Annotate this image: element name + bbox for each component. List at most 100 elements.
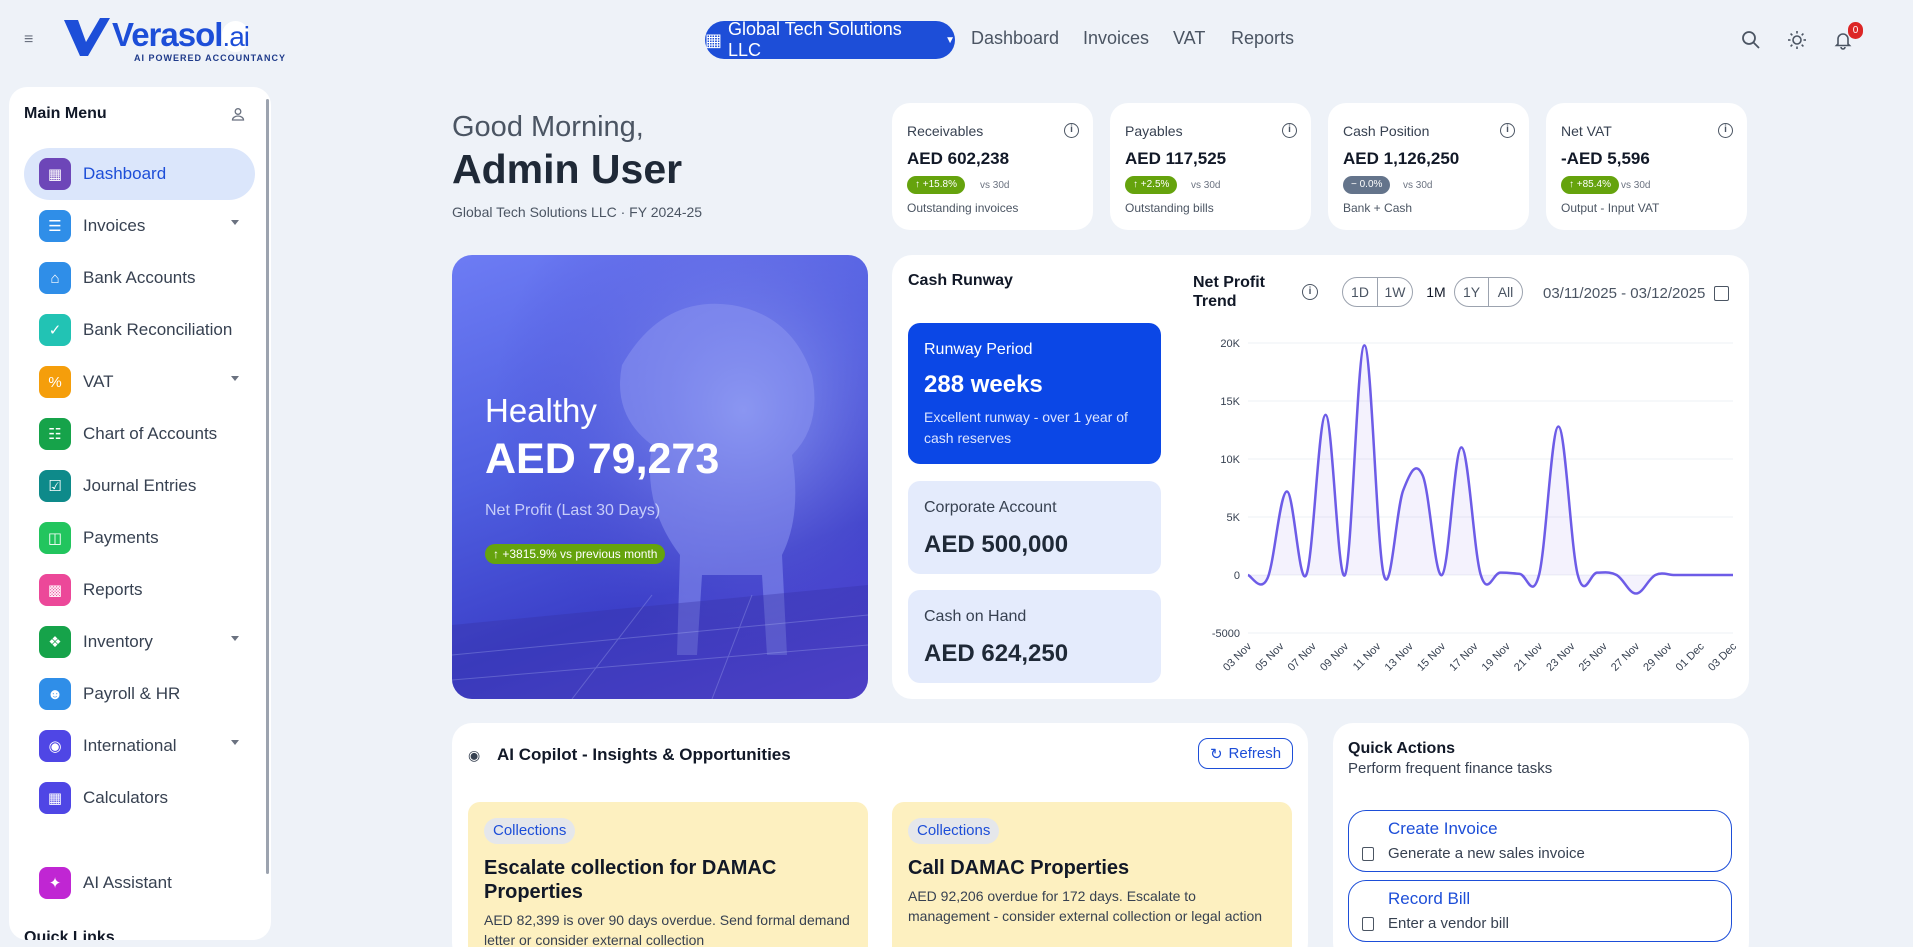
- net-profit-hero-card: Healthy AED 79,273 Net Profit (Last 30 D…: [452, 255, 868, 699]
- nav-vat[interactable]: VAT: [1173, 28, 1205, 49]
- sidebar-item-calculators[interactable]: ▦ Calculators: [24, 772, 255, 824]
- invoice-icon: ☰: [39, 210, 71, 242]
- sidebar-item-invoices[interactable]: ☰ Invoices: [24, 200, 255, 252]
- sidebar-item-payments[interactable]: ◫ Payments: [24, 512, 255, 564]
- corporate-account-label: Corporate Account: [924, 499, 1057, 516]
- net-profit-amount: AED 79,273: [485, 435, 720, 483]
- net-profit-label: Net Profit (Last 30 Days): [485, 502, 661, 519]
- insight-card[interactable]: Collections Escalate collection for DAMA…: [468, 802, 868, 947]
- sidebar-item-international[interactable]: ◉ International: [24, 720, 255, 772]
- company-selector[interactable]: ▦ Global Tech Solutions LLC ▼: [705, 19, 955, 60]
- stat-change-badge: ↑ +85.4%: [1561, 176, 1619, 194]
- user-name: Admin User: [452, 146, 683, 192]
- cash-on-hand-value: AED 624,250: [924, 640, 1069, 667]
- info-icon[interactable]: i: [1718, 123, 1733, 138]
- sidebar-item-label: Payments: [83, 528, 159, 547]
- sidebar-item-dashboard[interactable]: ▦ Dashboard: [24, 148, 255, 200]
- sidebar-scrollbar[interactable]: [266, 99, 269, 874]
- sidebar-item-vat[interactable]: % VAT: [24, 356, 255, 408]
- cash-on-hand-label: Cash on Hand: [924, 608, 1027, 625]
- stat-compare-label: vs 30d: [1191, 180, 1221, 191]
- sidebar-item-inventory[interactable]: ❖ Inventory: [24, 616, 255, 668]
- stat-card-cash-position[interactable]: Cash Position i AED 1,126,250 − 0.0% vs 30d B…: [1328, 103, 1529, 230]
- refresh-button[interactable]: ↻ Refresh: [1198, 738, 1293, 769]
- y-tick-label: 15K: [1220, 396, 1240, 408]
- user-icon[interactable]: [231, 107, 245, 121]
- notification-badge: 0: [1848, 22, 1863, 39]
- x-tick-label: 03 Dec: [1706, 640, 1738, 673]
- insight-card[interactable]: Collections Call DAMAC Properties AED 92…: [892, 802, 1292, 947]
- search-icon[interactable]: [1741, 30, 1761, 50]
- calculator-icon: ▦: [39, 782, 71, 814]
- stat-subtitle: Bank + Cash: [1343, 201, 1413, 215]
- x-tick-label: 15 Nov: [1415, 640, 1448, 673]
- x-tick-label: 05 Nov: [1253, 640, 1286, 673]
- chevron-down-icon[interactable]: [231, 220, 239, 225]
- nav-dashboard[interactable]: Dashboard: [971, 28, 1059, 49]
- chevron-down-icon[interactable]: [231, 636, 239, 641]
- create-invoice-button[interactable]: Create Invoice Generate a new sales invo…: [1348, 810, 1732, 872]
- y-tick-label: 20K: [1220, 338, 1240, 350]
- stat-change-badge: − 0.0%: [1343, 176, 1391, 194]
- range-1y[interactable]: 1Y: [1454, 277, 1489, 307]
- range-1d[interactable]: 1D: [1342, 277, 1378, 307]
- sidebar-item-bank-reconciliation[interactable]: ✓ Bank Reconciliation: [24, 304, 255, 356]
- stat-card-net-vat[interactable]: Net VAT i -AED 5,596 ↑ +85.4% vs 30d Output -…: [1546, 103, 1747, 230]
- chevron-down-icon[interactable]: [231, 376, 239, 381]
- sidebar-item-reports[interactable]: ▩ Reports: [24, 564, 255, 616]
- boxes-icon: ❖: [39, 626, 71, 658]
- sidebar-item-bank-accounts[interactable]: ⌂ Bank Accounts: [24, 252, 255, 304]
- x-tick-label: 13 Nov: [1383, 640, 1416, 673]
- quick-actions-subtitle: Perform frequent finance tasks: [1348, 760, 1553, 777]
- x-tick-label: 23 Nov: [1544, 640, 1577, 673]
- net-profit-chart: 20K 15K 10K 5K 0 -500003 Nov 05 Nov 07 Nov 09 No…: [1212, 338, 1738, 674]
- date-range[interactable]: 03/11/2025 - 03/12/2025: [1543, 285, 1705, 302]
- info-icon[interactable]: i: [1302, 284, 1318, 300]
- sidebar-item-payroll-hr[interactable]: ☻ Payroll & HR: [24, 668, 255, 720]
- sidebar-item-journal-entries[interactable]: ☑ Journal Entries: [24, 460, 255, 512]
- range-1w[interactable]: 1W: [1377, 277, 1413, 307]
- info-icon[interactable]: i: [1064, 123, 1079, 138]
- stat-card-receivables[interactable]: Receivables i AED 602,238 ↑ +15.8% vs 30d Out…: [892, 103, 1093, 230]
- sidebar: Main Menu ▦ Dashboard ☰ Invoices ⌂ Bank Accou…: [9, 87, 271, 940]
- sidebar-item-chart-of-accounts[interactable]: ☷ Chart of Accounts: [24, 408, 255, 460]
- sidebar-title: Main Menu: [24, 105, 107, 122]
- ai-copilot-panel: ◉ AI Copilot - Insights & Opportunities …: [452, 723, 1308, 947]
- stat-title: Payables: [1125, 123, 1183, 139]
- globe-icon: ◉: [39, 730, 71, 762]
- calendar-icon[interactable]: [1714, 286, 1729, 301]
- record-bill-button[interactable]: Record Bill Enter a vendor bill: [1348, 880, 1732, 942]
- x-tick-label: 27 Nov: [1609, 640, 1642, 673]
- dashboard-icon: ▦: [39, 158, 71, 190]
- bar-chart-icon: ▩: [39, 574, 71, 606]
- chevron-down-icon[interactable]: [231, 740, 239, 745]
- nav-invoices[interactable]: Invoices: [1083, 28, 1149, 49]
- sidebar-item-label: Bank Reconciliation: [83, 320, 233, 339]
- range-1m[interactable]: 1M: [1418, 277, 1454, 307]
- range-all[interactable]: All: [1488, 277, 1523, 307]
- sun-icon[interactable]: [1787, 30, 1807, 50]
- corporate-account-card: Corporate Account AED 500,000: [908, 481, 1161, 574]
- stat-value: AED 117,525: [1125, 149, 1227, 168]
- wallet-icon: ◫: [39, 522, 71, 554]
- info-icon[interactable]: i: [1282, 123, 1297, 138]
- runway-period-value: 288 weeks: [924, 371, 1043, 398]
- stat-value: -AED 5,596: [1561, 149, 1650, 168]
- stat-value: AED 1,126,250: [1343, 149, 1460, 168]
- greeting-line: Good Morning,: [452, 111, 644, 143]
- users-icon: ☻: [39, 678, 71, 710]
- nav-reports[interactable]: Reports: [1231, 28, 1294, 49]
- x-tick-label: 29 Nov: [1641, 640, 1674, 673]
- sidebar-item-ai-assistant[interactable]: ✦ AI Assistant: [24, 857, 255, 909]
- info-icon[interactable]: i: [1500, 123, 1515, 138]
- stat-compare-label: vs 30d: [1621, 180, 1651, 191]
- sidebar-item-label: AI Assistant: [83, 873, 172, 892]
- stat-compare-label: vs 30d: [1403, 180, 1433, 191]
- stat-title: Receivables: [907, 123, 984, 139]
- sparkle-icon: ✦: [39, 867, 71, 899]
- menu-icon[interactable]: ≡: [24, 32, 38, 48]
- stat-card-payables[interactable]: Payables i AED 117,525 ↑ +2.5% vs 30d Outstan…: [1110, 103, 1311, 230]
- insight-tag: Collections: [484, 818, 576, 844]
- cash-runway-title: Cash Runway: [908, 272, 1013, 289]
- y-tick-label: -5000: [1212, 628, 1240, 640]
